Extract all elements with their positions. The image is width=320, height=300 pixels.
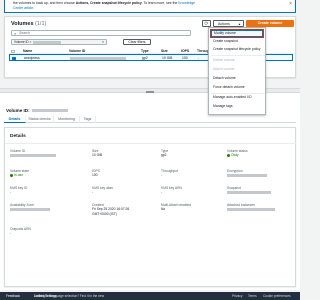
volume-state-text: In-use — [14, 173, 24, 177]
details-card-title: Details — [10, 134, 26, 139]
privacy-link[interactable]: Privacy — [232, 292, 242, 300]
label-kms-key-arn: KMS key ARN — [161, 186, 182, 190]
banner-text: the volumes to back up, and then choose … — [13, 1, 223, 11]
row-checkbox[interactable] — [12, 56, 16, 60]
redacted-availability-zone — [10, 208, 50, 211]
check-circle-icon — [10, 173, 13, 177]
filter-chip-label: Volume ID = — [14, 40, 32, 44]
volumes-title-text: Volumes — [11, 21, 34, 27]
check-circle-icon — [227, 153, 230, 157]
label-volume-id: Volume ID — [10, 149, 26, 153]
details-panel: Volume ID: Details Status checks Monitor… — [0, 93, 300, 290]
banner-line1-end: . To learn more, see the — [141, 1, 178, 5]
value-kms-key-alias: - — [92, 190, 94, 194]
search-icon: ⌕ — [14, 31, 17, 36]
value-outposts-arn: - — [10, 231, 12, 235]
volume-status-text: Okay — [231, 153, 239, 157]
console-footer: Feedback Looking for language selection?… — [0, 292, 300, 300]
actions-button[interactable]: Actions ▲ — [213, 20, 244, 27]
menu-item-create-snapshot[interactable]: Create snapshot — [213, 39, 238, 44]
unified-settings-link[interactable]: Unified Settings — [34, 292, 56, 300]
details-heading-label: Volume ID: — [6, 108, 30, 113]
divider — [5, 143, 296, 144]
banner-line1-bold: Actions, Create snapshot lifecycle polic… — [75, 1, 142, 5]
tab-tags[interactable]: Tags — [80, 116, 96, 123]
label-kms-key-id: KMS key ID — [10, 186, 28, 190]
redacted-volume-id — [70, 57, 126, 60]
details-card: Details Volume ID Size 10 GiB Type gp2 V… — [4, 127, 296, 287]
volumes-title: Volumes (1/1) — [11, 21, 46, 27]
value-multi-attach: No — [161, 207, 166, 211]
value-throughput: - — [161, 173, 163, 177]
label-multi-attach: Multi-Attach enabled — [161, 203, 192, 207]
redacted-snapshot — [227, 191, 271, 194]
menu-divider — [211, 93, 265, 94]
value-volume-status: Okay — [227, 153, 239, 157]
knowledge-center-link[interactable]: Knowledge — [178, 1, 195, 5]
menu-item-modify-volume[interactable]: Modify volume — [210, 29, 264, 38]
menu-item-attach-volume: Attach volume — [213, 67, 235, 71]
filter-chip[interactable]: Volume ID = × — [11, 39, 107, 45]
value-volume-state: In-use — [10, 173, 23, 177]
actions-label: Actions — [218, 22, 230, 26]
feedback-link[interactable]: Feedback — [6, 292, 20, 300]
redacted-volume-id — [31, 109, 68, 113]
ebs-volumes-page: the volumes to back up, and then choose … — [0, 0, 300, 300]
menu-item-auto-enabled-io[interactable]: Manage auto-enabled I/O — [213, 95, 251, 100]
redacted-encryption — [227, 174, 267, 177]
menu-item-force-detach[interactable]: Force detach volume — [213, 85, 245, 90]
value-iops: 100 — [92, 173, 98, 177]
label-encryption: Encryption — [227, 169, 243, 173]
label-snapshot: Snapshot — [227, 186, 241, 190]
details-tabs: Details Status checks Monitoring Tags — [4, 116, 296, 123]
menu-item-delete-volume: Delete volume — [213, 58, 235, 62]
redacted-value — [33, 40, 62, 44]
search-placeholder: Search — [19, 31, 30, 35]
value-size: 10 GiB — [92, 153, 103, 157]
label-availability-zone: Availability Zone — [10, 203, 34, 207]
search-input[interactable]: ⌕ Search — [11, 30, 191, 36]
banner-line1: the volumes to back up, and then choose — [13, 1, 75, 5]
value-kms-key-id: - — [10, 190, 12, 194]
menu-item-create-lifecycle-policy[interactable]: Create snapshot lifecycle policy — [213, 47, 261, 52]
actions-menu: Modify volume Create snapshot Create sna… — [208, 27, 266, 115]
details-heading: Volume ID: — [6, 108, 68, 113]
menu-divider — [211, 55, 265, 56]
label-throughput: Throughput — [161, 169, 178, 173]
tab-details[interactable]: Details — [4, 116, 26, 123]
knowledge-center-link-cont[interactable]: Center article. — [13, 6, 34, 10]
cell-throughput: - — [198, 56, 200, 60]
value-created-line2: GMT+0000 (IST) — [92, 211, 117, 216]
redacted-volume-id — [10, 154, 56, 157]
value-type: gp2 — [161, 153, 167, 157]
tab-status-checks[interactable]: Status checks — [26, 116, 54, 123]
volumes-count: (1/1) — [35, 21, 47, 27]
tab-monitoring[interactable]: Monitoring — [54, 116, 80, 123]
cell-type: gp2 — [142, 56, 148, 60]
terms-link[interactable]: Terms — [248, 292, 257, 300]
cell-name: wordpress — [24, 56, 40, 60]
menu-item-detach-volume[interactable]: Detach volume — [213, 76, 236, 81]
cookie-preferences-link[interactable]: Cookie preferences — [263, 292, 291, 300]
remove-filter-icon[interactable]: × — [102, 40, 104, 46]
create-volume-button[interactable]: Create volume — [246, 20, 294, 27]
redacted-attached-instances — [227, 208, 275, 211]
menu-item-manage-tags[interactable]: Manage tags — [213, 104, 233, 109]
clear-filters-button[interactable]: Clear filters — [123, 39, 151, 45]
label-outposts-arn: Outposts ARN — [10, 227, 31, 231]
label-attached-instances: Attached instances — [227, 203, 255, 207]
info-banner: the volumes to back up, and then choose … — [4, 0, 296, 13]
cell-size: 10 GiB — [162, 56, 173, 60]
value-kms-key-arn: - — [161, 190, 163, 194]
close-icon[interactable]: × — [289, 1, 292, 7]
label-kms-key-alias: KMS key alias — [92, 186, 113, 190]
refresh-button[interactable]: ⟳ — [202, 20, 211, 27]
cell-iops: 100 — [182, 56, 188, 60]
select-all-checkbox[interactable] — [11, 49, 15, 53]
